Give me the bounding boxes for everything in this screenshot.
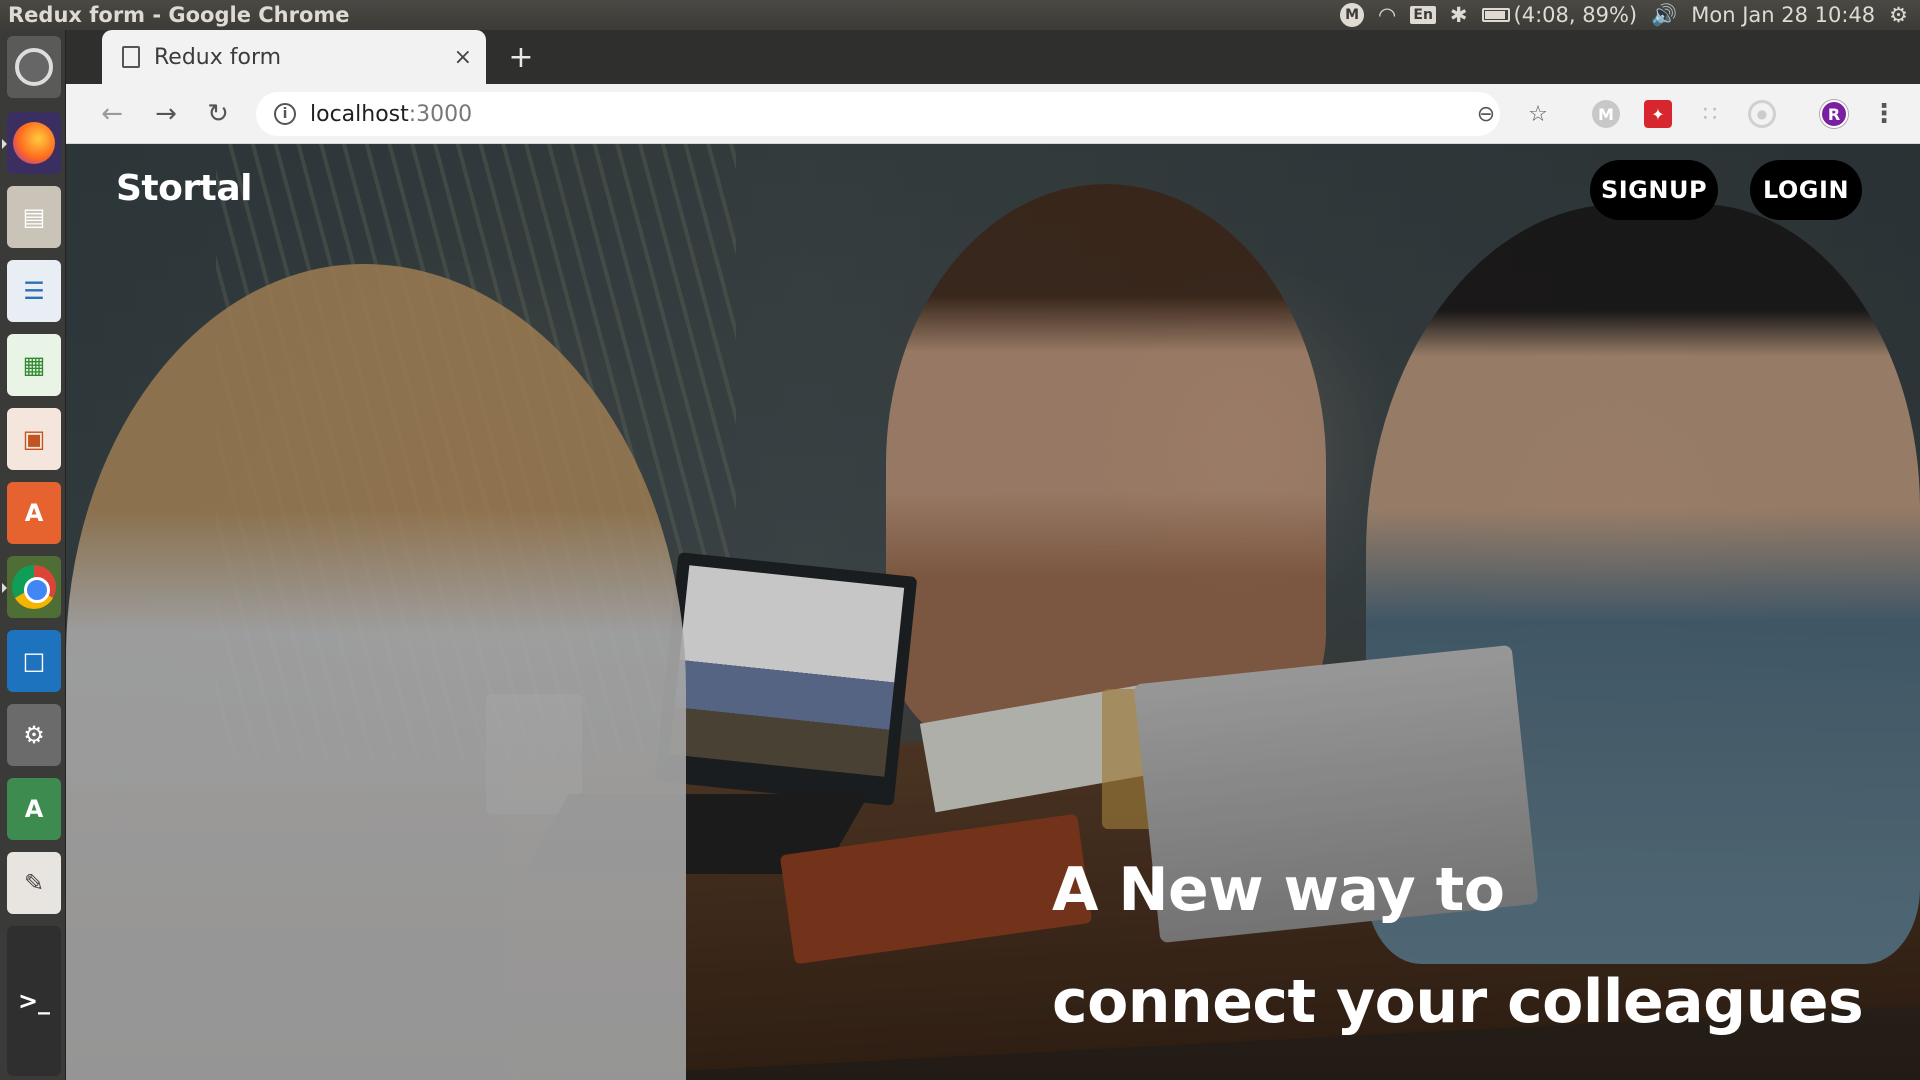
hero-heading: A New way to connect your colleagues bbox=[1052, 834, 1864, 1058]
mail-indicator-icon[interactable]: M bbox=[1340, 3, 1365, 27]
browser-toolbar: ← → ↻ i localhost:3000 ⊖ ☆ M ✦ ∷ ● R ⋮ bbox=[66, 84, 1920, 144]
text-editor-icon[interactable]: ✎ bbox=[7, 852, 61, 914]
address-bar[interactable]: i localhost:3000 bbox=[256, 92, 1500, 136]
clock[interactable]: Mon Jan 28 10:48 bbox=[1691, 3, 1875, 27]
profile-avatar[interactable]: R bbox=[1820, 100, 1848, 128]
extension-m-icon[interactable]: M bbox=[1592, 100, 1620, 128]
signup-button[interactable]: SIGNUP bbox=[1590, 160, 1718, 220]
star-icon[interactable]: ☆ bbox=[1524, 100, 1552, 128]
close-tab-icon[interactable]: × bbox=[454, 45, 472, 70]
wifi-icon[interactable]: ◠ bbox=[1378, 3, 1396, 27]
window-title: Redux form - Google Chrome bbox=[8, 3, 350, 27]
new-tab-button[interactable]: + bbox=[502, 38, 540, 76]
hero-line-2: connect your colleagues bbox=[1052, 967, 1864, 1037]
page-viewport: Stortal SIGNUP LOGIN A New way to connec… bbox=[66, 144, 1920, 1080]
keyboard-layout-indicator[interactable]: En bbox=[1410, 6, 1436, 24]
info-icon[interactable]: i bbox=[274, 103, 296, 125]
extension-tree-icon[interactable]: ∷ bbox=[1696, 100, 1724, 128]
chrome-icon[interactable] bbox=[2, 556, 61, 618]
terminal-icon[interactable]: >_ bbox=[7, 926, 61, 1076]
forward-icon[interactable]: → bbox=[150, 98, 182, 130]
files-icon[interactable]: ▤ bbox=[7, 186, 61, 248]
virtualbox-icon[interactable]: □ bbox=[7, 630, 61, 692]
volume-icon[interactable]: 🔊 bbox=[1651, 3, 1677, 28]
panel-indicators: M ◠ En ✱ (4:08, 89%) 🔊 Mon Jan 28 10:48 … bbox=[1340, 3, 1920, 28]
writer-icon[interactable]: ☰ bbox=[7, 260, 61, 322]
login-button[interactable]: LOGIN bbox=[1750, 160, 1862, 220]
system-top-panel: Redux form - Google Chrome M ◠ En ✱ (4:0… bbox=[0, 0, 1920, 30]
calc-icon[interactable]: ▦ bbox=[7, 334, 61, 396]
zoom-out-icon[interactable]: ⊖ bbox=[1472, 100, 1500, 128]
chrome-window: Redux form × + ← → ↻ i localhost:3000 ⊖ … bbox=[66, 30, 1920, 1080]
menu-icon[interactable]: ⋮ bbox=[1870, 99, 1898, 129]
back-icon[interactable]: ← bbox=[96, 98, 128, 130]
ubuntu-icon[interactable] bbox=[7, 36, 61, 98]
battery-indicator[interactable]: (4:08, 89%) bbox=[1481, 3, 1638, 27]
tab-title: Redux form bbox=[154, 44, 282, 70]
battery-status: (4:08, 89%) bbox=[1513, 3, 1638, 27]
hero-line-1: A New way to bbox=[1052, 855, 1505, 925]
tab-strip: Redux form × + bbox=[66, 30, 1920, 84]
battery-icon bbox=[1481, 8, 1510, 22]
brand-logo[interactable]: Stortal bbox=[116, 168, 252, 209]
tab-redux-form[interactable]: Redux form × bbox=[102, 30, 486, 84]
impress-icon[interactable]: ▣ bbox=[7, 408, 61, 470]
firefox-icon[interactable] bbox=[2, 112, 61, 174]
extension-red-icon[interactable]: ✦ bbox=[1644, 100, 1672, 128]
system-settings-icon[interactable]: ⚙ bbox=[7, 704, 61, 766]
android-studio-icon[interactable]: A bbox=[7, 778, 61, 840]
url-host: localhost bbox=[310, 101, 409, 127]
software-center-icon[interactable]: A bbox=[7, 482, 61, 544]
page-icon bbox=[122, 46, 140, 68]
reload-icon[interactable]: ↻ bbox=[202, 98, 234, 130]
power-gear-icon[interactable]: ⚙ bbox=[1889, 3, 1908, 27]
url-port: :3000 bbox=[408, 101, 473, 127]
url-text[interactable]: localhost:3000 bbox=[310, 102, 472, 127]
launcher: ▤ ☰ ▦ ▣ A □ ⚙ A ✎ >_ bbox=[0, 30, 66, 1080]
extension-circle-icon[interactable]: ● bbox=[1748, 100, 1776, 128]
bluetooth-icon[interactable]: ✱ bbox=[1450, 3, 1468, 27]
